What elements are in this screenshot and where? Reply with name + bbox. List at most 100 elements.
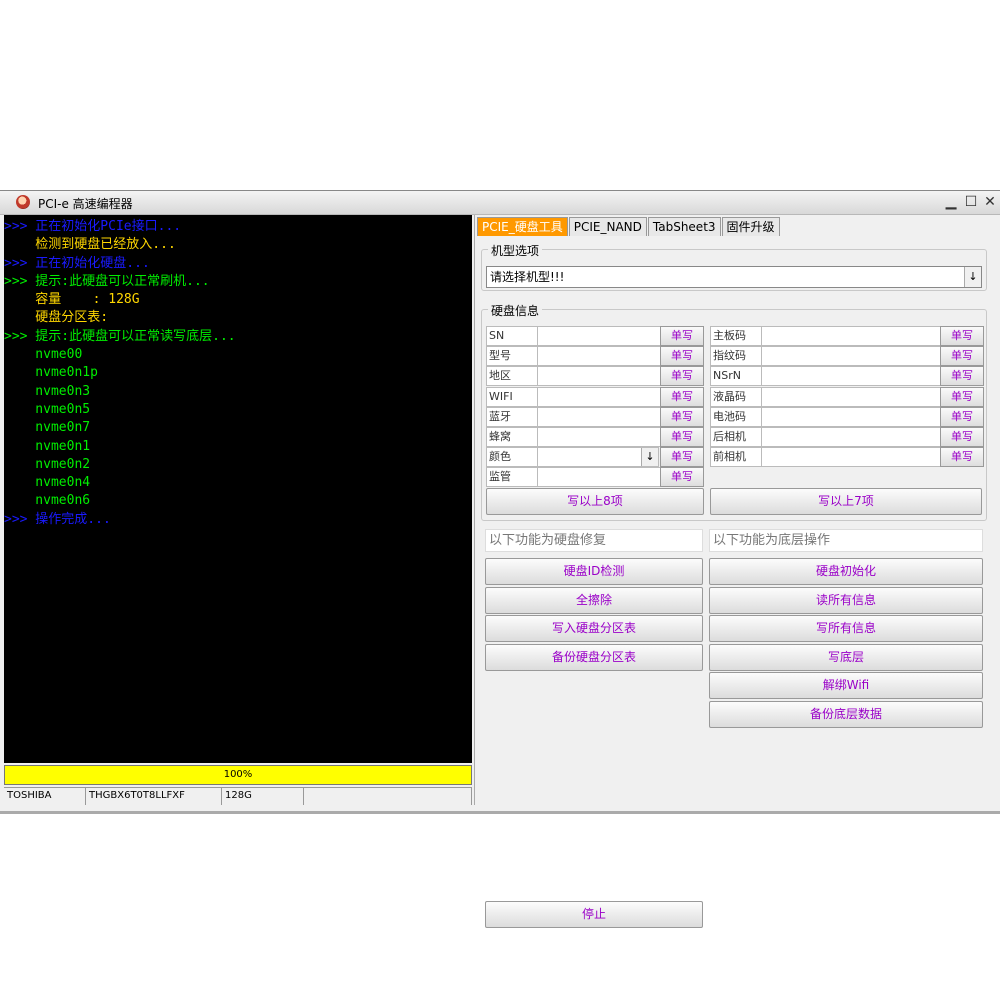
field-label: WIFI <box>486 386 538 407</box>
field-input[interactable] <box>537 346 661 367</box>
console-line: nvme0n2 <box>4 456 91 472</box>
field-input[interactable] <box>761 447 941 468</box>
console-line: >>> 提示:此硬盘可以正常刷机... <box>4 273 210 289</box>
field-input[interactable] <box>761 406 941 427</box>
repair-action-button[interactable]: 全擦除 <box>485 586 703 614</box>
lowlevel-action-button[interactable]: 读所有信息 <box>709 586 983 614</box>
write-single-button[interactable]: 单写 <box>660 366 704 387</box>
write-single-button[interactable]: 单写 <box>660 427 704 447</box>
field-label: 指纹码 <box>710 346 762 367</box>
write-7-items-button[interactable]: 写以上7项 <box>710 488 982 515</box>
console-line: nvme0n3 <box>4 383 91 399</box>
dropdown-arrow-icon[interactable]: ↓ <box>964 267 981 287</box>
tool-panel: PCIE_硬盘工具 PCIE_NAND TabSheet3 固件升级 机型选项 … <box>474 215 991 928</box>
status-bar: TOSHIBA THGBX6T0T8LLFXF 128G <box>4 787 472 805</box>
repair-action-button[interactable]: 写入硬盘分区表 <box>485 615 703 642</box>
write-single-button[interactable]: 单写 <box>940 366 984 387</box>
tab-sheet3[interactable]: TabSheet3 <box>647 217 721 236</box>
write-single-button[interactable]: 单写 <box>940 406 984 427</box>
stop-button[interactable]: 停止 <box>485 901 703 928</box>
disk-info-title: 硬盘信息 <box>488 302 543 319</box>
field-input[interactable] <box>537 427 661 447</box>
console-line: 容量 : 128G <box>4 292 140 308</box>
progress-label: 100% <box>223 769 253 780</box>
write-single-button[interactable]: 单写 <box>940 386 984 407</box>
console-line: 硬盘分区表: <box>4 310 109 326</box>
write-single-button[interactable]: 单写 <box>660 326 704 346</box>
field-label: 电池码 <box>710 406 762 427</box>
console-line: nvme00 <box>4 347 83 363</box>
lowlevel-action-button[interactable]: 备份底层数据 <box>709 700 983 728</box>
console-line: >>> 提示:此硬盘可以正常读写底层... <box>4 328 236 344</box>
model-select-value: 请选择机型!!! <box>490 270 565 284</box>
tab-pcie-disk-tool[interactable]: PCIE_硬盘工具 <box>477 217 568 236</box>
field-input[interactable] <box>537 386 661 407</box>
field-input[interactable]: ↓ <box>537 447 659 468</box>
field-label: 蓝牙 <box>486 406 538 427</box>
write-single-button[interactable]: 单写 <box>940 427 984 447</box>
maximize-button[interactable]: ☐ <box>962 192 980 212</box>
field-label: SN <box>486 326 538 346</box>
tab-firmware-upgrade[interactable]: 固件升级 <box>721 217 780 236</box>
repair-action-button[interactable]: 备份硬盘分区表 <box>485 643 703 671</box>
model-select[interactable]: 请选择机型!!! ↓ <box>486 266 982 288</box>
write-single-button[interactable]: 单写 <box>660 447 704 468</box>
field-input[interactable] <box>761 386 941 407</box>
console-line: nvme0n5 <box>4 401 91 417</box>
console-line: nvme0n4 <box>4 475 91 491</box>
write-single-button[interactable]: 单写 <box>660 346 704 367</box>
field-input[interactable] <box>537 366 661 387</box>
repair-action-button[interactable]: 硬盘ID检测 <box>485 558 703 585</box>
window-title: PCI-e 高速编程器 <box>38 197 133 211</box>
field-label: 蜂窝 <box>486 427 538 447</box>
field-input[interactable] <box>761 346 941 367</box>
close-button[interactable]: ✕ <box>981 192 999 212</box>
field-label: NSrN <box>710 366 762 387</box>
lowlevel-action-button[interactable]: 写底层 <box>709 643 983 671</box>
model-options-title: 机型选项 <box>488 242 543 259</box>
minimize-button[interactable]: ▁ <box>942 192 960 212</box>
field-label: 后相机 <box>710 427 762 447</box>
field-input[interactable] <box>761 366 941 387</box>
field-input[interactable] <box>537 467 661 488</box>
field-label: 监管 <box>486 467 538 488</box>
progress-bar: 100% <box>4 765 472 785</box>
write-single-button[interactable]: 单写 <box>660 406 704 427</box>
tab-strip: PCIE_硬盘工具 PCIE_NAND TabSheet3 固件升级 <box>477 217 781 237</box>
disk-info-group: 硬盘信息 SN 单写 型号 单写 地区 单写 WIFI 单写 蓝牙 单写 蜂窝 单写 颜色 ↓ 单写 监管 单写… <box>481 302 987 521</box>
write-single-button[interactable]: 单写 <box>940 447 984 468</box>
console-line: nvme0n1 <box>4 438 91 454</box>
field-input[interactable] <box>537 406 661 427</box>
app-icon <box>16 195 30 209</box>
app-window: PCI-e 高速编程器 ▁ ☐ ✕ >>> 正在初始化PCIe接口... 检测到… <box>0 190 1000 928</box>
status-extra <box>304 788 472 805</box>
status-vendor: TOSHIBA <box>4 788 86 805</box>
field-label: 颜色 <box>486 447 538 468</box>
field-label: 主板码 <box>710 326 762 346</box>
field-input[interactable] <box>761 427 941 447</box>
write-single-button[interactable]: 单写 <box>660 467 704 488</box>
title-bar[interactable]: PCI-e 高速编程器 ▁ ☐ ✕ <box>0 191 1000 215</box>
field-input[interactable] <box>537 326 661 346</box>
tab-pcie-nand[interactable]: PCIE_NAND <box>568 217 647 236</box>
field-label: 液晶码 <box>710 386 762 407</box>
status-capacity: 128G <box>222 788 304 805</box>
log-console[interactable]: >>> 正在初始化PCIe接口... 检测到硬盘已经放入... >>> 正在初始化… <box>4 215 472 763</box>
lowlevel-action-button[interactable]: 写所有信息 <box>709 615 983 642</box>
console-line: nvme0n7 <box>4 420 91 436</box>
lowlevel-action-button[interactable]: 解绑Wifi <box>709 672 983 699</box>
field-label: 型号 <box>486 346 538 367</box>
lowlevel-action-button[interactable]: 硬盘初始化 <box>709 558 983 585</box>
console-line: 检测到硬盘已经放入... <box>4 237 176 253</box>
dropdown-arrow-icon[interactable]: ↓ <box>641 448 658 467</box>
write-single-button[interactable]: 单写 <box>940 326 984 346</box>
console-line: nvme0n6 <box>4 493 91 509</box>
model-options-group: 机型选项 请选择机型!!! ↓ <box>481 242 987 291</box>
write-8-items-button[interactable]: 写以上8项 <box>486 488 704 515</box>
console-line: >>> 正在初始化PCIe接口... <box>4 219 182 234</box>
field-label: 前相机 <box>710 447 762 468</box>
write-single-button[interactable]: 单写 <box>940 346 984 367</box>
write-single-button[interactable]: 单写 <box>660 386 704 407</box>
field-input[interactable] <box>761 326 941 346</box>
status-model: THGBX6T0T8LLFXF <box>86 788 222 805</box>
